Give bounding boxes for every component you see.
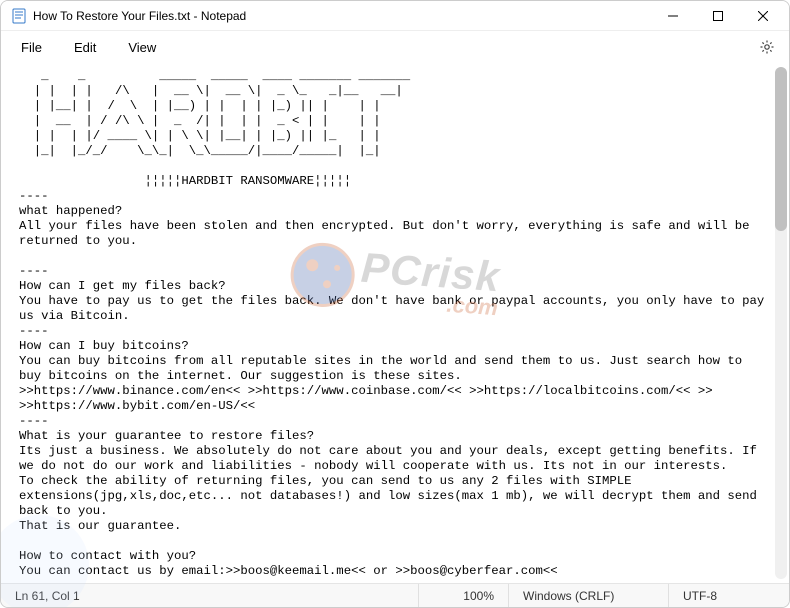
text-editor[interactable]: _ _ _____ _____ ____ _______ _______ | |… <box>1 63 775 583</box>
menu-view[interactable]: View <box>116 36 168 59</box>
editor-viewport: _ _ _____ _____ ____ _______ _______ | |… <box>1 63 789 583</box>
scroll-thumb[interactable] <box>775 67 787 231</box>
maximize-button[interactable] <box>695 1 740 31</box>
statusbar: Ln 61, Col 1 100% Windows (CRLF) UTF-8 <box>1 583 789 607</box>
vertical-scrollbar[interactable] <box>775 67 787 579</box>
menubar: File Edit View <box>1 31 789 63</box>
status-encoding: UTF-8 <box>669 584 789 607</box>
minimize-button[interactable] <box>650 1 695 31</box>
titlebar: How To Restore Your Files.txt - Notepad <box>1 1 789 31</box>
status-line-ending: Windows (CRLF) <box>509 584 669 607</box>
close-button[interactable] <box>740 1 785 31</box>
notepad-app-icon <box>11 8 27 24</box>
notepad-window: How To Restore Your Files.txt - Notepad … <box>0 0 790 608</box>
status-cursor-position: Ln 61, Col 1 <box>1 584 419 607</box>
status-zoom: 100% <box>419 584 509 607</box>
menu-file[interactable]: File <box>9 36 54 59</box>
settings-button[interactable] <box>753 33 781 61</box>
window-title: How To Restore Your Files.txt - Notepad <box>33 9 246 23</box>
menu-edit[interactable]: Edit <box>62 36 108 59</box>
